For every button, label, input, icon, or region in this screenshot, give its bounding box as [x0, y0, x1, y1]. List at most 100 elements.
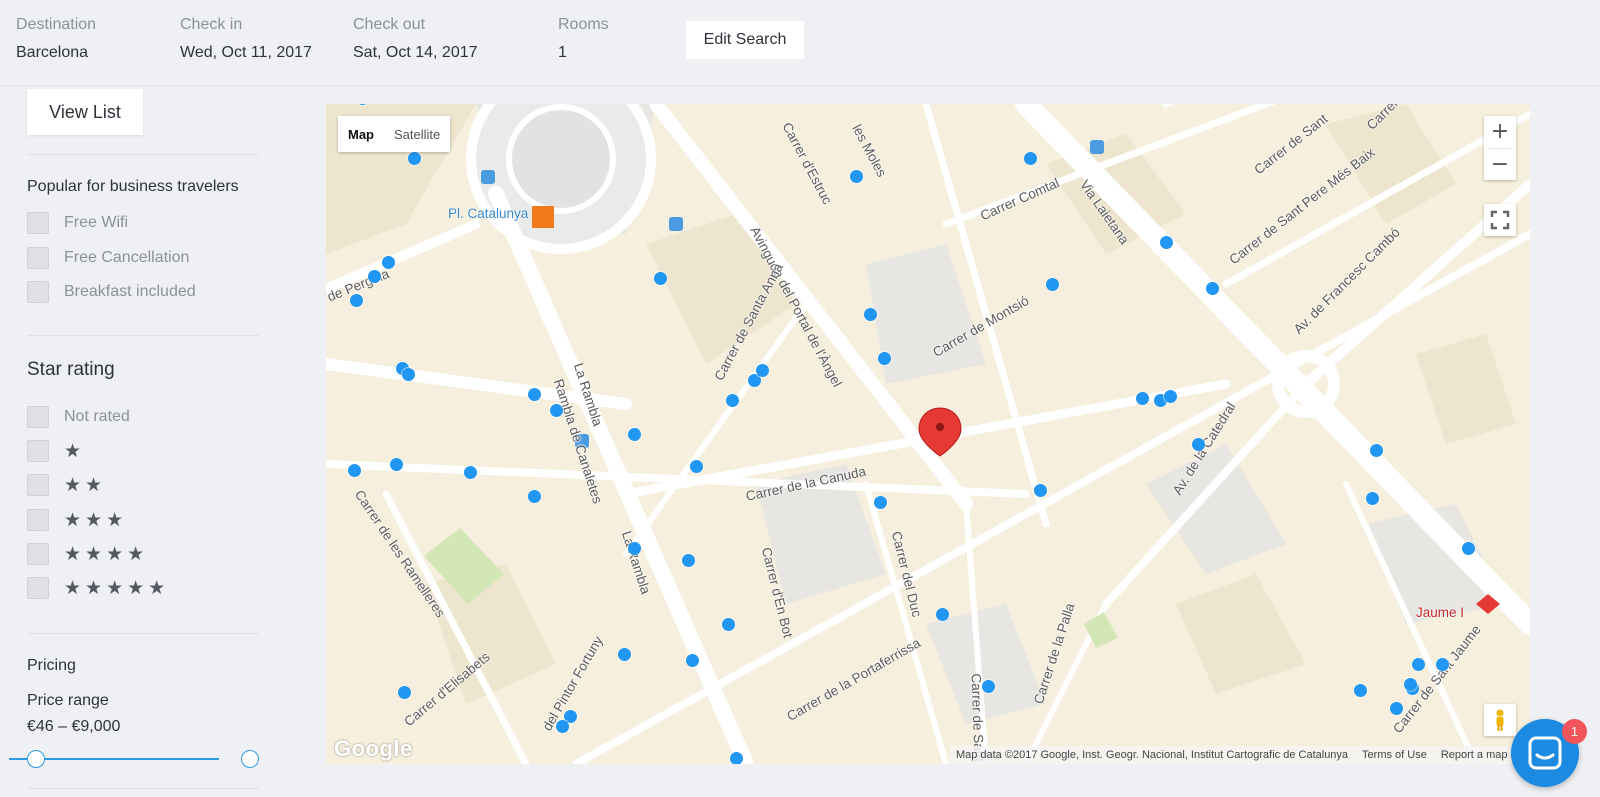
filter-breakfast-included[interactable]: Breakfast included	[27, 280, 196, 304]
checkout-field: Check out Sat, Oct 14, 2017	[353, 16, 478, 62]
hotel-marker[interactable]	[653, 271, 667, 285]
price-range-value: €46 – €9,000	[27, 718, 121, 735]
zoom-control: + −	[1484, 116, 1516, 180]
hotel-marker[interactable]	[627, 541, 641, 555]
plaza-label: Pl. Catalunya	[448, 206, 529, 221]
hotel-marker[interactable]	[1403, 677, 1417, 691]
star-icon: ★★	[64, 474, 107, 496]
checkin-field: Check in Wed, Oct 11, 2017	[180, 16, 312, 62]
fullscreen-button[interactable]	[1484, 204, 1516, 236]
hotel-marker[interactable]	[397, 685, 411, 699]
hotel-marker[interactable]	[527, 387, 541, 401]
hotel-marker[interactable]	[555, 719, 569, 733]
hotel-marker[interactable]	[873, 495, 887, 509]
hotel-marker[interactable]	[407, 151, 421, 165]
star-rating-title: Star rating	[27, 359, 115, 380]
zoom-in-button[interactable]: +	[1484, 116, 1516, 148]
filter-5-star[interactable]: ★★★★★	[27, 576, 169, 600]
star-icon: ★★★★★	[64, 577, 170, 599]
hotel-marker[interactable]	[549, 403, 563, 417]
price-slider-max-handle[interactable]	[241, 750, 259, 768]
business-filters-title: Popular for business travelers	[27, 178, 239, 195]
hotel-marker[interactable]	[1389, 701, 1403, 715]
hotel-marker[interactable]	[685, 653, 699, 667]
not-rated-checkbox[interactable]	[27, 406, 49, 428]
zoom-out-button[interactable]: −	[1484, 149, 1516, 181]
hotel-marker[interactable]	[863, 307, 877, 321]
terms-of-use-link[interactable]: Terms of Use	[1362, 749, 1427, 761]
hotel-marker[interactable]	[849, 169, 863, 183]
hotel-marker[interactable]	[381, 255, 395, 269]
hotel-marker[interactable]	[721, 617, 735, 631]
free-cancellation-checkbox[interactable]	[27, 247, 49, 269]
hotel-marker[interactable]	[1191, 437, 1205, 451]
hotel-marker[interactable]	[1023, 151, 1037, 165]
hotel-marker[interactable]	[1135, 391, 1149, 405]
filter-not-rated[interactable]: Not rated	[27, 405, 130, 429]
hotel-marker[interactable]	[877, 351, 891, 365]
4-star-checkbox[interactable]	[27, 543, 49, 565]
3-star-checkbox[interactable]	[27, 509, 49, 531]
hotel-marker[interactable]	[1435, 657, 1449, 671]
checkout-value: Sat, Oct 14, 2017	[353, 44, 478, 61]
hotel-marker[interactable]	[981, 679, 995, 693]
hotel-marker[interactable]	[755, 363, 769, 377]
hotel-marker[interactable]	[627, 427, 641, 441]
2-star-checkbox[interactable]	[27, 474, 49, 496]
google-logo: Google	[334, 736, 413, 761]
hotel-marker[interactable]	[1365, 491, 1379, 505]
divider	[27, 335, 259, 336]
filter-free-cancellation[interactable]: Free Cancellation	[27, 246, 189, 270]
hotel-marker[interactable]	[1163, 389, 1177, 403]
hotel-marker[interactable]	[1159, 235, 1173, 249]
free-wifi-checkbox[interactable]	[27, 212, 49, 234]
filter-1-star[interactable]: ★	[27, 439, 85, 463]
hotel-marker[interactable]	[689, 459, 703, 473]
price-slider-min-handle[interactable]	[27, 750, 45, 768]
filter-free-wifi[interactable]: Free Wifi	[27, 211, 128, 235]
destination-field: Destination Barcelona	[16, 16, 96, 62]
hotel-marker[interactable]	[367, 269, 381, 283]
filter-4-star[interactable]: ★★★★	[27, 542, 148, 566]
hotel-marker[interactable]	[1369, 443, 1383, 457]
hotel-marker[interactable]	[389, 457, 403, 471]
search-summary-bar: Destination Barcelona Check in Wed, Oct …	[0, 0, 1600, 86]
destination-value: Barcelona	[16, 44, 89, 61]
hotel-marker[interactable]	[347, 463, 361, 477]
hotel-marker[interactable]	[527, 489, 541, 503]
hotel-marker[interactable]	[725, 393, 739, 407]
hotel-marker[interactable]	[1353, 683, 1367, 697]
star-icon: ★★★	[64, 509, 128, 531]
hotel-marker[interactable]	[935, 607, 949, 621]
1-star-checkbox[interactable]	[27, 440, 49, 462]
hotel-marker[interactable]	[1033, 483, 1047, 497]
hotel-marker[interactable]	[617, 647, 631, 661]
map-attribution-bar: Map data ©2017 Google, Inst. Geogr. Naci…	[949, 746, 1530, 764]
hotel-marker[interactable]	[681, 553, 695, 567]
divider	[27, 154, 259, 155]
hotel-marker[interactable]	[1045, 277, 1059, 291]
filter-3-star[interactable]: ★★★	[27, 508, 127, 532]
checkin-label: Check in	[180, 16, 243, 33]
hotel-marker[interactable]	[349, 293, 363, 307]
map-base-layer	[326, 104, 1530, 764]
filter-2-star[interactable]: ★★	[27, 473, 106, 497]
map-type-satellite-button[interactable]: Satellite	[384, 116, 451, 152]
hotel-marker[interactable]	[401, 367, 415, 381]
metro-label: Jaume I	[1416, 605, 1465, 620]
map-type-map-button[interactable]: Map	[338, 116, 384, 152]
view-list-button[interactable]: View List	[27, 89, 143, 135]
hotel-marker[interactable]	[1411, 657, 1425, 671]
hotel-marker[interactable]	[1205, 281, 1219, 295]
rooms-value: 1	[558, 44, 567, 61]
hotel-map[interactable]: Carrer d'Estruc les Moles Carrer Comtal …	[326, 104, 1530, 764]
map-data-attribution: Map data ©2017 Google, Inst. Geogr. Naci…	[955, 749, 1349, 761]
edit-search-button[interactable]: Edit Search	[686, 21, 804, 59]
hotel-marker[interactable]	[463, 465, 477, 479]
breakfast-included-checkbox[interactable]	[27, 281, 49, 303]
chat-notification-badge: 1	[1562, 719, 1587, 744]
hotel-marker[interactable]	[729, 751, 743, 764]
hotel-marker[interactable]	[1461, 541, 1475, 555]
divider	[27, 788, 259, 789]
5-star-checkbox[interactable]	[27, 577, 49, 599]
